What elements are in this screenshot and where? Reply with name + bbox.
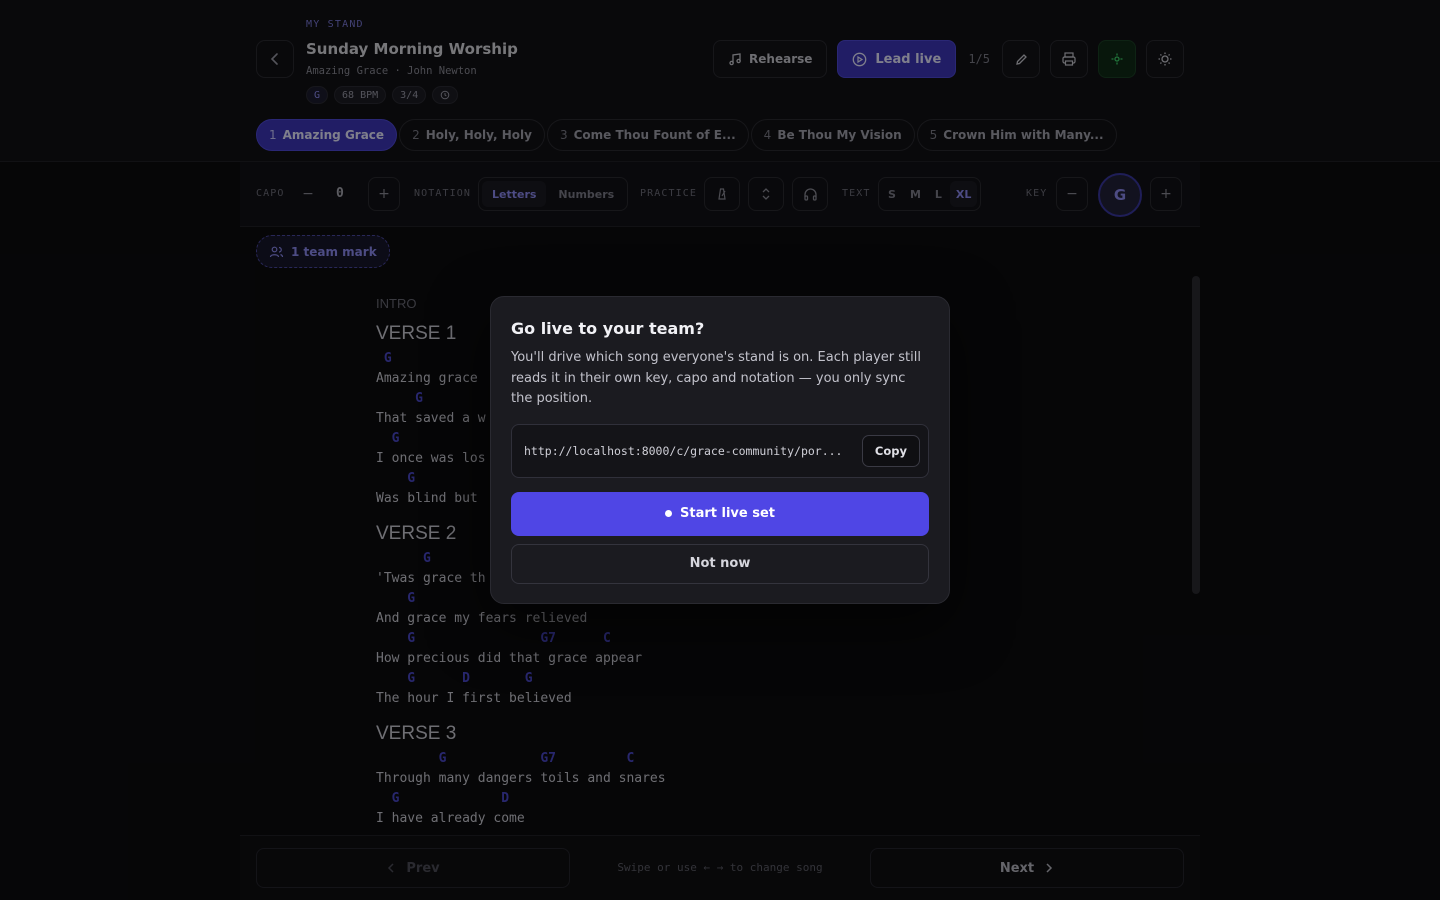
share-link-text[interactable]: http://localhost:8000/c/grace-community/… (524, 444, 852, 458)
live-dot-icon (665, 510, 672, 517)
dialog-title: Go live to your team? (511, 319, 705, 338)
share-link-box: http://localhost:8000/c/grace-community/… (511, 423, 929, 478)
start-live-set-button[interactable]: Start live set (511, 491, 929, 536)
dialog-body: You'll drive which song everyone's stand… (511, 350, 921, 406)
not-now-button[interactable]: Not now (511, 543, 929, 584)
start-live-set-label: Start live set (680, 506, 775, 521)
go-live-dialog: Go live to your team? You'll drive which… (490, 296, 950, 604)
copy-link-button[interactable]: Copy (861, 434, 920, 467)
